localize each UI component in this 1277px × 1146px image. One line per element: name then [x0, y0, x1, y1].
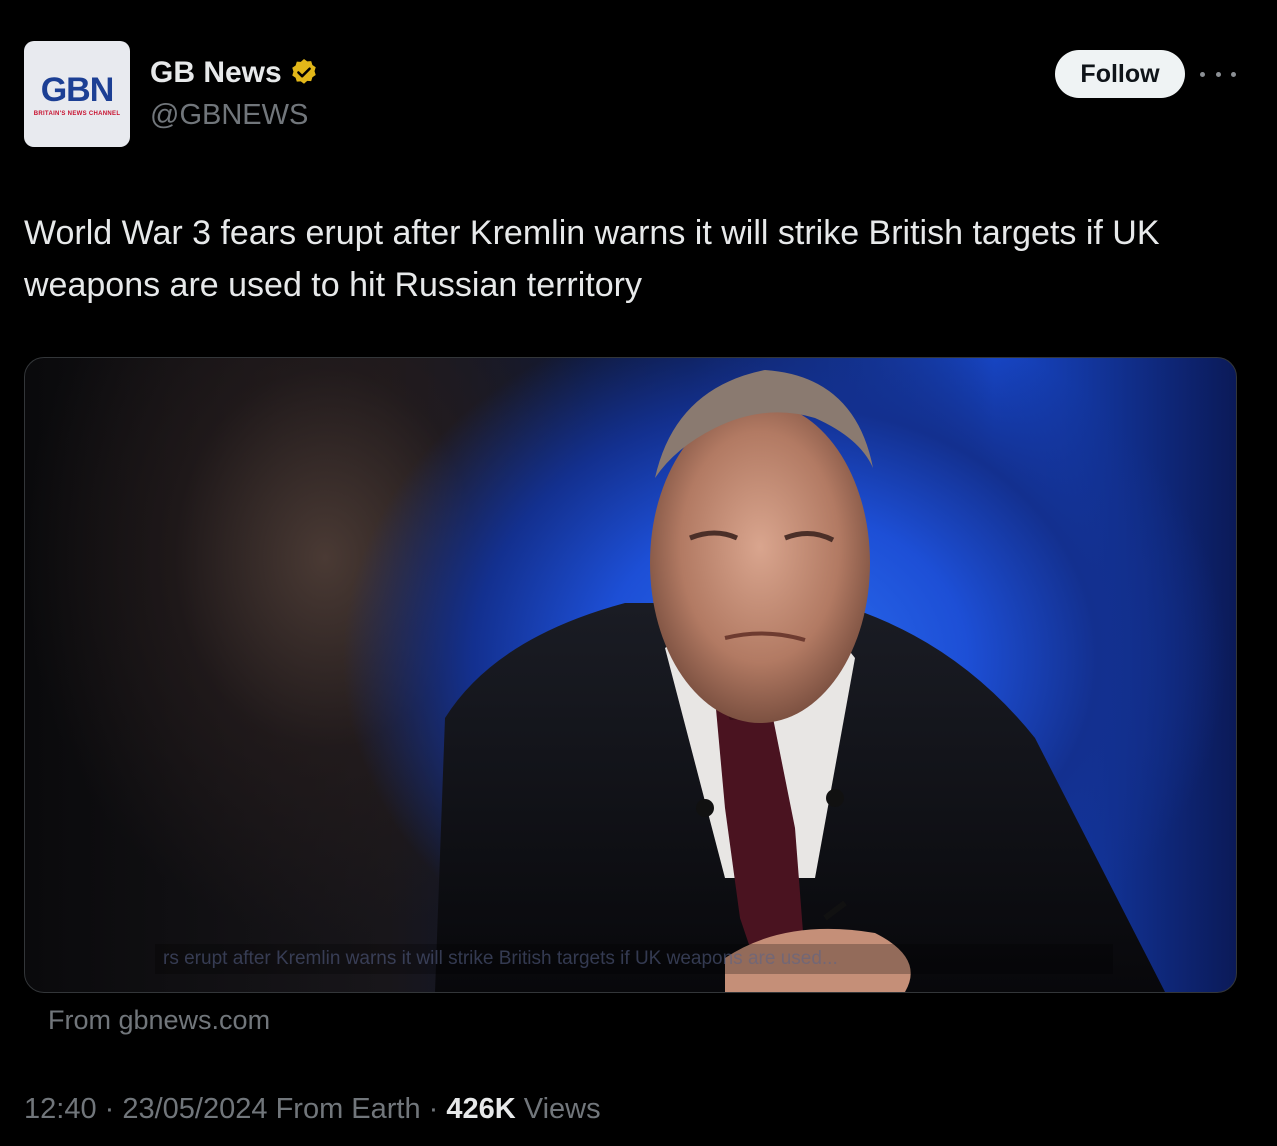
tweet-date[interactable]: 23/05/2024 — [122, 1093, 267, 1125]
separator: · — [96, 1093, 123, 1125]
link-source[interactable]: From gbnews.com — [48, 1003, 270, 1037]
tweet-metadata: 12:40 · 23/05/2024 From Earth · 426K Vie… — [24, 1090, 601, 1128]
views-label: Views — [515, 1093, 601, 1125]
separator: · — [420, 1093, 447, 1125]
tweet-text: World War 3 fears erupt after Kremlin wa… — [24, 214, 1160, 304]
author-display-name[interactable]: GB News — [150, 55, 320, 91]
link-card-image[interactable]: rs erupt after Kremlin warns it will str… — [24, 357, 1237, 993]
follow-button[interactable]: Follow — [1055, 50, 1185, 98]
author-handle[interactable]: @GBNEWS — [150, 97, 308, 133]
logo-tagline: BRITAIN'S NEWS CHANNEL — [33, 111, 121, 117]
tweet-time[interactable]: 12:40 — [24, 1093, 97, 1125]
more-horizontal-icon[interactable] — [1200, 62, 1236, 86]
gb-news-logo: GBN — [40, 71, 115, 109]
avatar[interactable]: GBN BRITAIN'S NEWS CHANNEL — [24, 41, 130, 147]
author-name-text: GB News — [150, 56, 282, 89]
news-photo — [435, 370, 1165, 992]
media-caption-overlay: rs erupt after Kremlin warns it will str… — [155, 944, 1113, 974]
verified-badge-icon — [291, 59, 316, 84]
views-count: 426K — [446, 1093, 516, 1125]
tweet-location: From Earth — [267, 1093, 421, 1125]
